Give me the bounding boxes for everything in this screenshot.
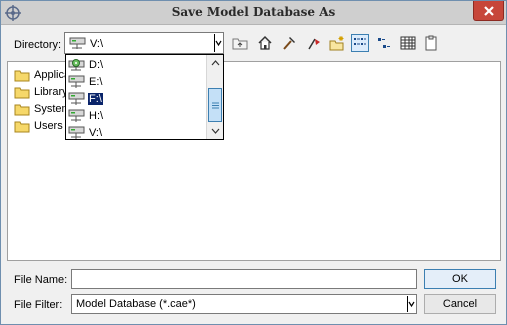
dropdown-scrollbar[interactable]: [206, 55, 223, 139]
scroll-down-button[interactable]: [207, 123, 223, 139]
table-view-icon: [400, 36, 416, 50]
chevron-down-icon: [408, 301, 415, 308]
clipboard-icon: [425, 35, 437, 51]
list-item[interactable]: System: [14, 101, 71, 117]
parent-folder-button[interactable]: [231, 34, 249, 52]
title-bar[interactable]: Save Model Database As: [1, 1, 506, 25]
drive-option-e[interactable]: E:\: [68, 73, 208, 90]
list-item[interactable]: Users: [14, 118, 63, 134]
chevron-up-icon: [211, 60, 219, 66]
drive-label: V:\: [89, 126, 103, 139]
file-filter-label: File Filter:: [14, 299, 63, 311]
list-view-button[interactable]: [351, 34, 369, 52]
home-button[interactable]: [256, 34, 274, 52]
folder-icon: [14, 121, 30, 132]
new-folder-button[interactable]: [328, 34, 346, 52]
save-model-database-dialog: Save Model Database As Directory: V:\ Ap…: [0, 0, 507, 325]
close-button[interactable]: [473, 1, 504, 21]
close-icon: [483, 5, 494, 16]
cancel-button[interactable]: Cancel: [424, 294, 496, 314]
drive-label: H:\: [89, 109, 104, 122]
file-name-label: File Name:: [14, 274, 68, 286]
drive-label: D:\: [89, 58, 104, 71]
grip-icon: [211, 102, 219, 108]
details-view-button[interactable]: [375, 34, 393, 52]
chevron-down-icon: [211, 128, 219, 134]
file-name-input[interactable]: [71, 269, 417, 289]
drive-option-h[interactable]: H:\: [68, 107, 208, 124]
drive-option-f[interactable]: F:\: [68, 90, 208, 107]
folder-icon: [14, 104, 30, 115]
list-item[interactable]: Library: [14, 84, 68, 100]
bookmark-button[interactable]: [305, 34, 323, 52]
network-drive-icon: [68, 75, 85, 88]
file-filter-select[interactable]: Model Database (*.cae*): [71, 294, 417, 314]
drive-option-d[interactable]: D:\: [68, 56, 208, 73]
drive-label: E:\: [89, 75, 103, 88]
hammer-icon: [283, 37, 295, 50]
folder-icon: [14, 70, 30, 81]
ok-button[interactable]: OK: [424, 269, 496, 289]
network-drive-icon: [68, 92, 85, 105]
directory-dropdown-arrow[interactable]: [214, 34, 222, 52]
network-drive-icon: [68, 109, 85, 122]
list-view-icon: [354, 38, 366, 45]
list-item[interactable]: Applica: [14, 67, 70, 83]
drive-icon: [69, 37, 86, 49]
chevron-down-icon: [215, 40, 222, 47]
directory-select[interactable]: V:\: [64, 32, 224, 54]
clipboard-button[interactable]: [422, 34, 440, 52]
dialog-title: Save Model Database As: [171, 5, 336, 19]
table-view-button[interactable]: [399, 34, 417, 52]
scroll-up-button[interactable]: [207, 55, 223, 71]
working-directory-button[interactable]: [280, 34, 298, 52]
directory-value: V:\: [90, 38, 104, 50]
directory-label: Directory:: [14, 39, 62, 51]
new-folder-icon: [329, 36, 344, 51]
details-view-icon: [378, 38, 390, 48]
drive-label: F:\: [87, 91, 104, 106]
drive-option-v[interactable]: V:\: [68, 124, 208, 141]
network-drive-icon: [68, 126, 85, 139]
file-filter-value: Model Database (*.cae*): [76, 298, 196, 310]
file-name-label: Library: [34, 86, 68, 98]
parent-folder-icon: [232, 38, 248, 50]
cd-drive-icon: [68, 58, 85, 70]
file-filter-dropdown-arrow[interactable]: [407, 296, 415, 312]
file-name-label: Users: [34, 120, 63, 132]
bookmark-flag-icon: [308, 38, 320, 50]
home-icon: [258, 35, 272, 50]
drive-dropdown-list[interactable]: D:\ E:\ F:\ H:\ V:\: [65, 54, 224, 140]
folder-icon: [14, 87, 30, 98]
scroll-thumb[interactable]: [208, 88, 222, 122]
